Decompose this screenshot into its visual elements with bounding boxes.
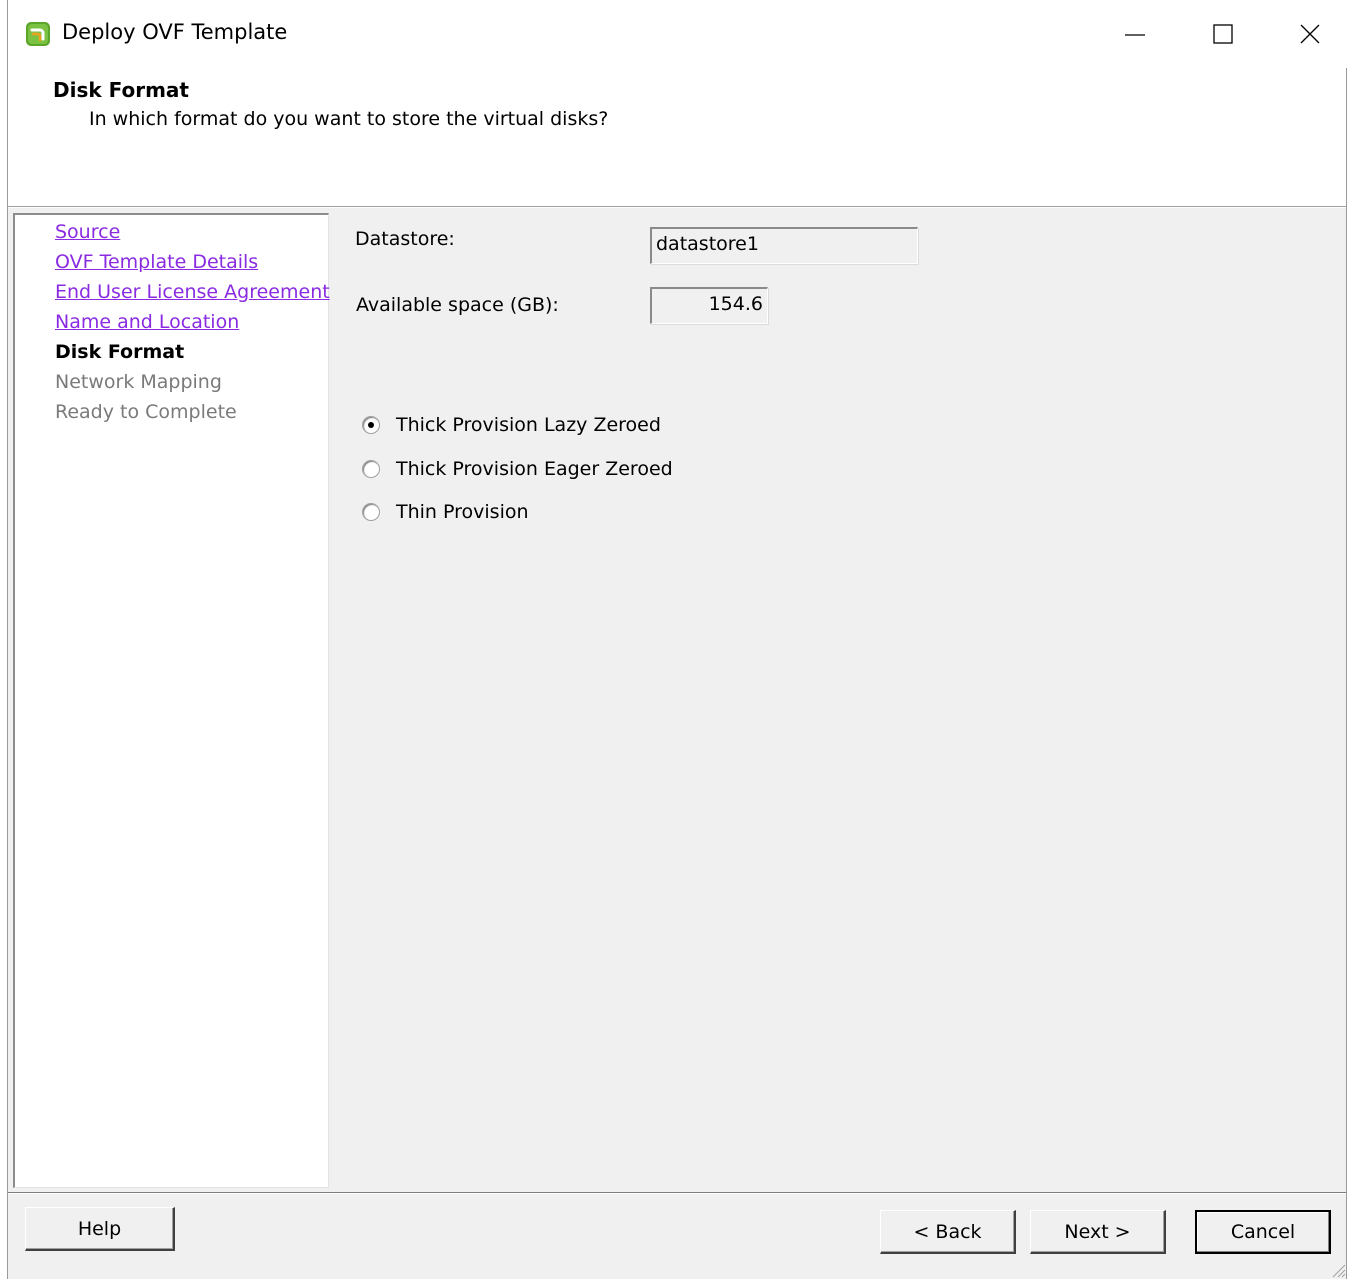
window-right-border: [1346, 60, 1347, 1279]
page-title: Disk Format: [53, 78, 189, 102]
maximize-button[interactable]: [1193, 10, 1253, 58]
minimize-button[interactable]: [1105, 10, 1165, 58]
resize-grip-icon[interactable]: [1330, 1262, 1346, 1278]
maximize-icon: [1213, 24, 1233, 44]
close-icon: [1300, 24, 1320, 44]
vmware-vsphere-icon: [25, 21, 51, 47]
window-title: Deploy OVF Template: [62, 20, 288, 44]
step-end-user-license-agreement[interactable]: End User License Agreement: [55, 281, 330, 303]
step-ovf-template-details[interactable]: OVF Template Details: [55, 251, 258, 273]
footer-divider-highlight: [8, 1193, 1346, 1194]
help-button[interactable]: Help: [25, 1207, 175, 1251]
back-button[interactable]: < Back: [880, 1210, 1016, 1254]
step-network-mapping: Network Mapping: [55, 371, 222, 393]
page-subtitle: In which format do you want to store the…: [89, 108, 609, 130]
radio-thick-eager-zeroed[interactable]: Thick Provision Eager Zeroed: [362, 456, 673, 482]
radio-button[interactable]: [362, 503, 380, 521]
radio-thick-eager-zeroed-label: Thick Provision Eager Zeroed: [396, 458, 673, 480]
step-ready-to-complete: Ready to Complete: [55, 401, 237, 423]
step-disk-format: Disk Format: [55, 341, 185, 363]
step-source[interactable]: Source: [55, 221, 120, 243]
title-bar[interactable]: Deploy OVF Template: [8, 0, 1353, 68]
next-button[interactable]: Next >: [1030, 1210, 1166, 1254]
deploy-ovf-window: Deploy OVF Template Disk Format In which…: [0, 0, 1353, 1279]
datastore-label: Datastore:: [355, 228, 455, 250]
datastore-field: datastore1: [650, 227, 918, 264]
available-space-field: 154.6: [650, 287, 768, 324]
radio-thin-provision[interactable]: Thin Provision: [362, 499, 529, 525]
radio-button[interactable]: [362, 460, 380, 478]
wizard-steps-panel: Source OVF Template Details End User Lic…: [13, 213, 330, 1188]
available-space-label: Available space (GB):: [356, 294, 559, 316]
minimize-icon: [1125, 34, 1145, 36]
radio-thick-lazy-zeroed-label: Thick Provision Lazy Zeroed: [396, 414, 661, 436]
radio-button-checked[interactable]: [362, 416, 380, 434]
close-button[interactable]: [1280, 10, 1340, 58]
radio-thin-provision-label: Thin Provision: [396, 501, 529, 523]
step-name-and-location[interactable]: Name and Location: [55, 311, 239, 333]
radio-thick-lazy-zeroed[interactable]: Thick Provision Lazy Zeroed: [362, 412, 661, 438]
cancel-button[interactable]: Cancel: [1195, 1210, 1331, 1254]
